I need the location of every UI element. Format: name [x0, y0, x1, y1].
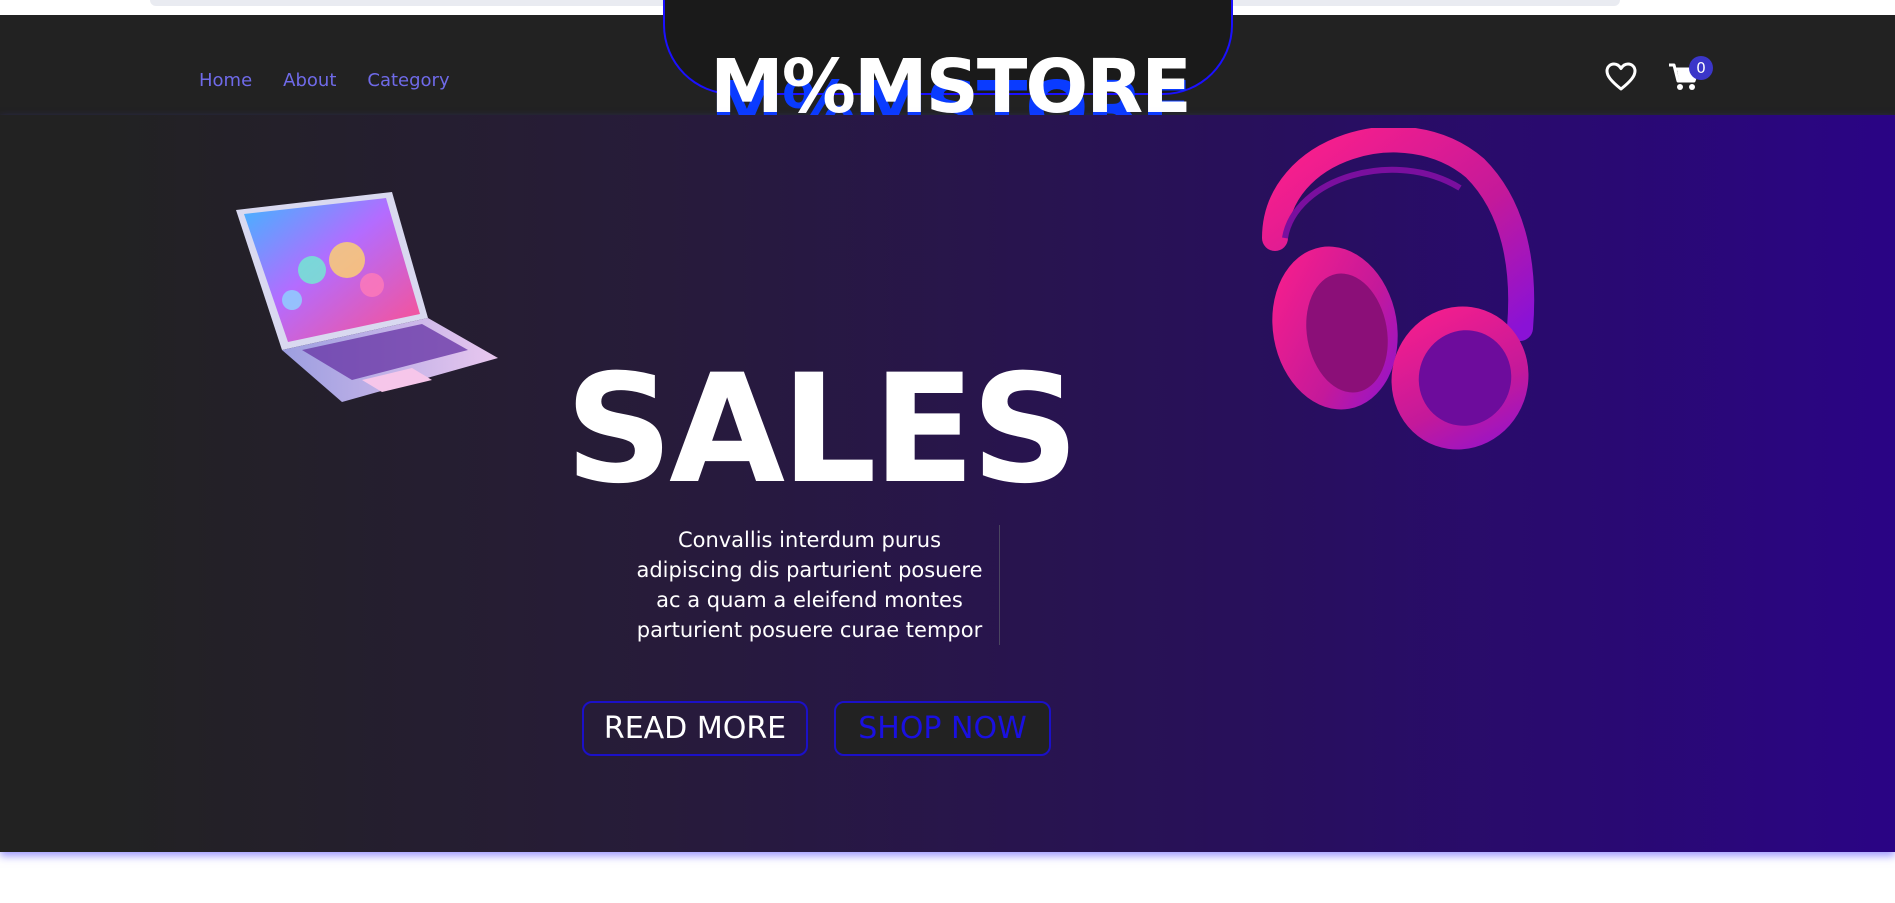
hero-description: Convallis interdum purus adipiscing dis … [622, 525, 1000, 645]
read-more-button[interactable]: READ MORE [582, 701, 808, 756]
laptop-image [236, 192, 498, 402]
shop-now-button[interactable]: SHOP NOW [834, 701, 1051, 756]
cart-count-badge: 0 [1689, 56, 1713, 80]
nav-link-about[interactable]: About [283, 70, 336, 91]
hero-headline: SALES [565, 343, 1079, 517]
site-header: Home About Category M%MSTORE 0 [0, 0, 1895, 129]
nav-link-home[interactable]: Home [199, 70, 252, 91]
main-nav: Home About Category [199, 70, 450, 91]
nav-link-category[interactable]: Category [367, 70, 449, 91]
headphones-image [1262, 128, 1535, 450]
heart-icon[interactable] [1605, 62, 1637, 92]
